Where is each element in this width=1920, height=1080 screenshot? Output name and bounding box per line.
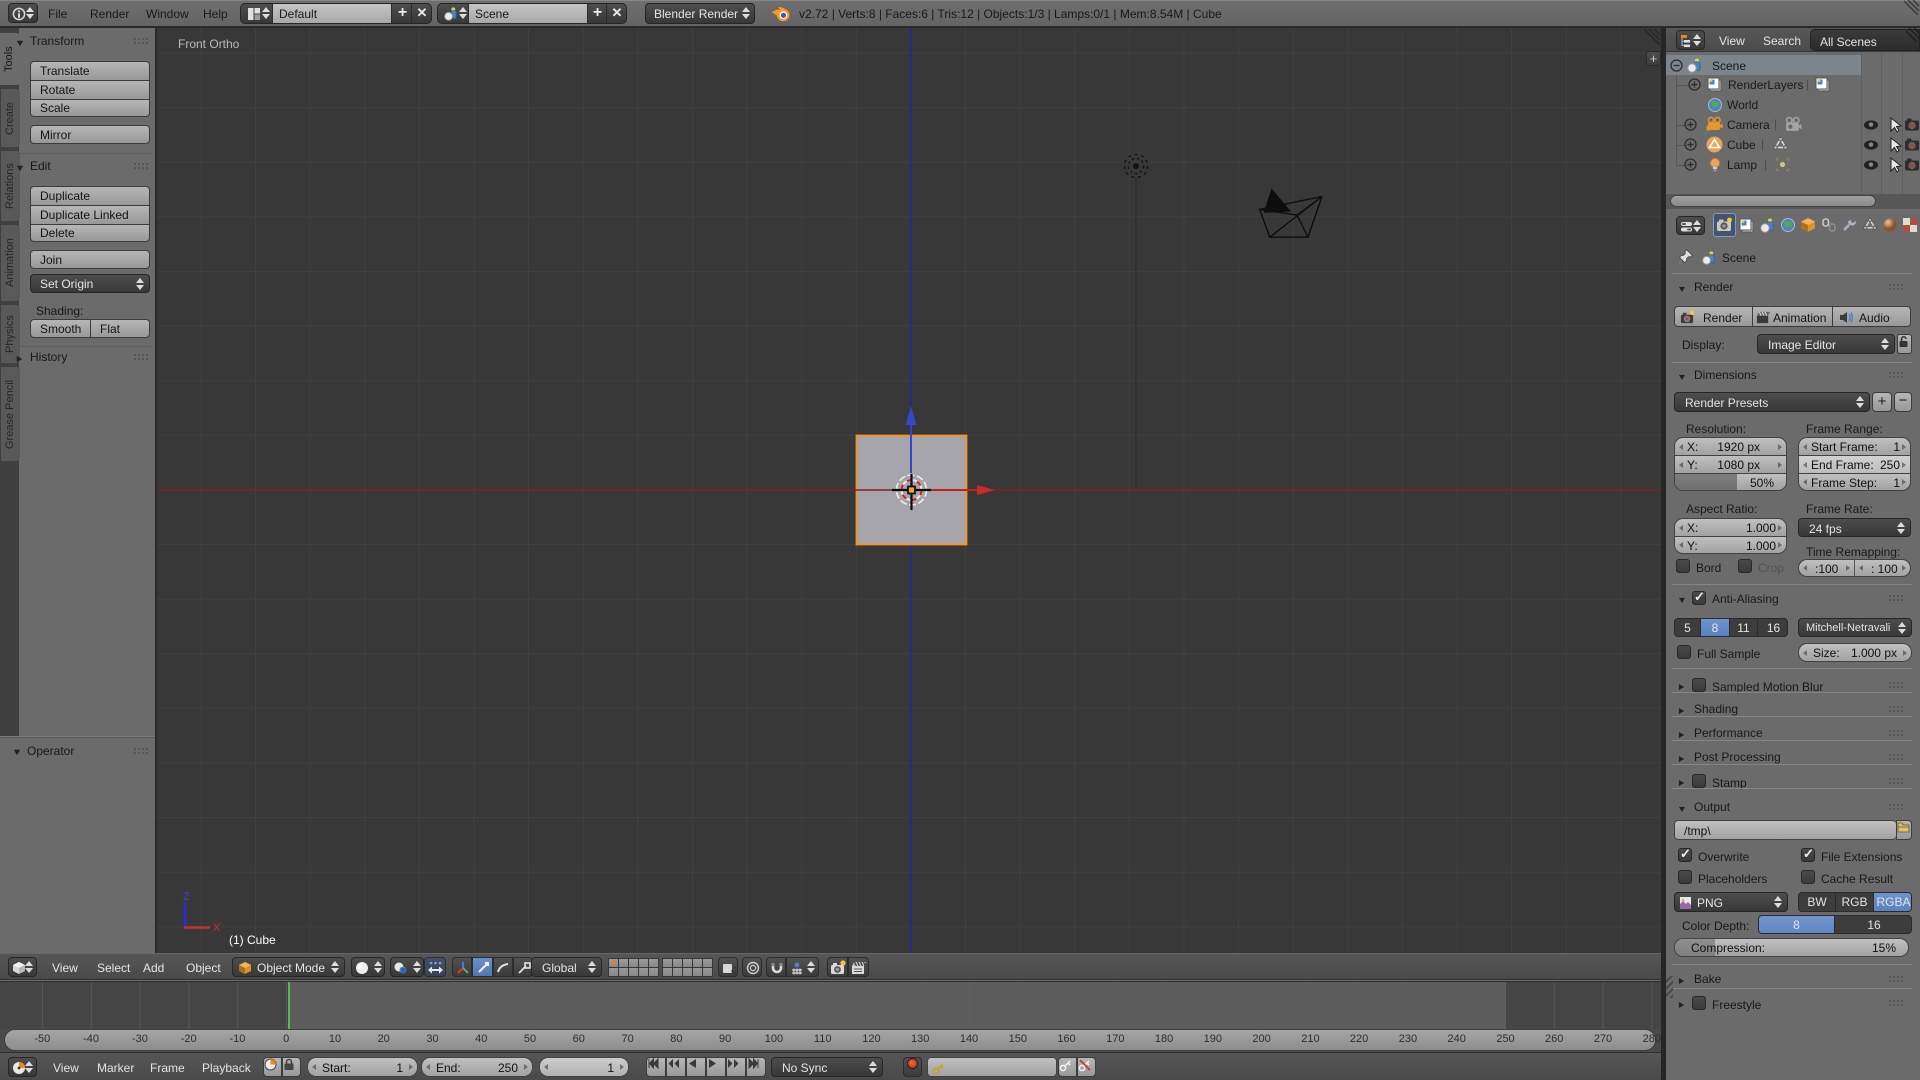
svg-text:X: X: [213, 922, 221, 934]
svg-text:Z: Z: [183, 891, 190, 903]
